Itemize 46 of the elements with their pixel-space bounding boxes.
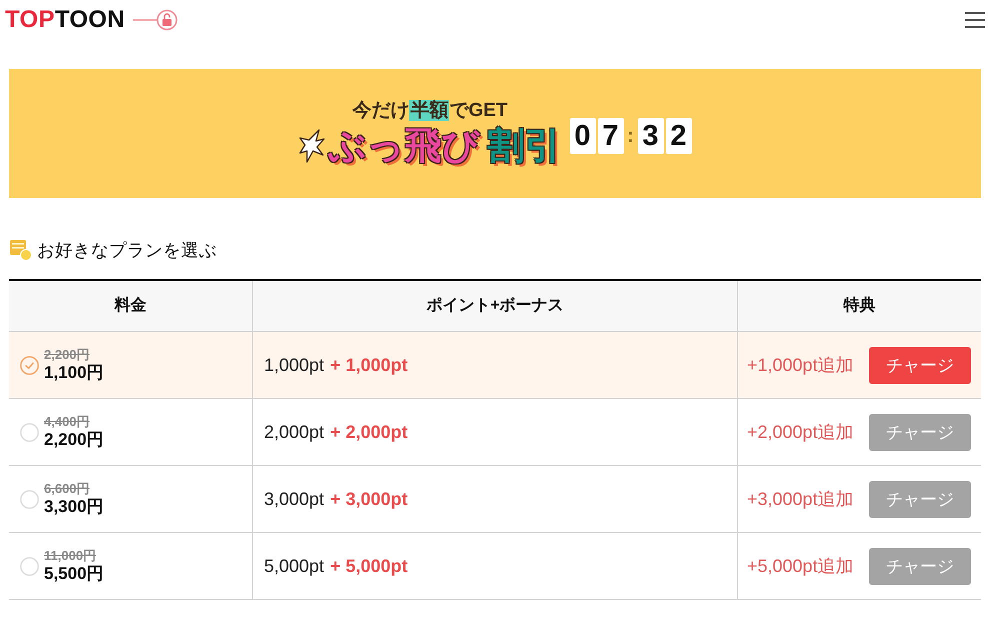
base-points: 1,000pt	[264, 354, 324, 376]
original-price: 2,200円	[44, 347, 91, 363]
sale-price: 5,500円	[44, 564, 104, 584]
plan-row[interactable]: 4,400円 2,200円 2,000pt + 2,000pt +2,000pt追加 チャージ	[9, 399, 981, 466]
timer-digit: 7	[598, 118, 624, 154]
bonus-points: + 1,000pt	[330, 354, 408, 376]
original-price: 4,400円	[44, 414, 91, 430]
benefit-text: +5,000pt追加	[747, 555, 854, 578]
benefit-text: +3,000pt追加	[747, 488, 854, 511]
sale-price: 1,100円	[44, 363, 104, 383]
bonus-points: + 5,000pt	[330, 556, 408, 576]
radio-button[interactable]	[20, 356, 39, 374]
charge-button[interactable]: チャージ	[869, 346, 971, 384]
promo-banner[interactable]: 今だけ半額でGET ぶっ飛び 割引 0 7 : 3 2	[9, 69, 981, 198]
original-price: 11,000円	[44, 548, 98, 564]
radio-button[interactable]	[20, 422, 39, 442]
banner-title: ぶっ飛び 割引	[327, 124, 562, 168]
bonus-points: + 3,000pt	[330, 488, 408, 510]
radio-button[interactable]	[20, 490, 39, 508]
base-points: 2,000pt	[264, 422, 324, 442]
column-header: ポイント+ボーナス	[252, 281, 737, 331]
timer-digit: 3	[638, 118, 664, 154]
base-points: 5,000pt	[264, 556, 324, 576]
section-title: お好きなプランを選ぶ	[37, 239, 217, 262]
menu-icon[interactable]	[965, 12, 985, 28]
timer-digit: 0	[570, 118, 596, 154]
sale-price: 2,200円	[44, 430, 104, 450]
column-header: 料金	[9, 281, 252, 331]
original-price: 6,600円	[44, 481, 91, 497]
banner-tagline: 今だけ半額でGET	[352, 98, 508, 122]
base-points: 3,000pt	[264, 488, 324, 510]
plan-row[interactable]: 2,200円 1,100円 1,000pt + 1,000pt +1,000pt追加 チャージ	[9, 332, 981, 399]
radio-button[interactable]	[20, 556, 39, 576]
timer-colon: :	[626, 124, 635, 148]
sale-price: 3,300円	[44, 497, 104, 517]
benefit-text: +2,000pt追加	[747, 421, 854, 444]
bonus-points: + 2,000pt	[330, 422, 408, 442]
padlock-icon	[132, 9, 179, 31]
card-coin-icon	[10, 240, 32, 260]
plan-row[interactable]: 11,000円 5,500円 5,000pt + 5,000pt +5,000pt追加 チャージ	[9, 533, 981, 600]
plan-row[interactable]: 6,600円 3,300円 3,000pt + 3,000pt +3,000pt追加 チャージ	[9, 466, 981, 533]
benefit-text: +1,000pt追加	[747, 354, 854, 377]
logo[interactable]: TOPTOON	[5, 6, 125, 34]
timer-digit: 2	[666, 118, 692, 154]
burst-icon	[298, 128, 324, 162]
column-header: 特典	[737, 281, 981, 331]
